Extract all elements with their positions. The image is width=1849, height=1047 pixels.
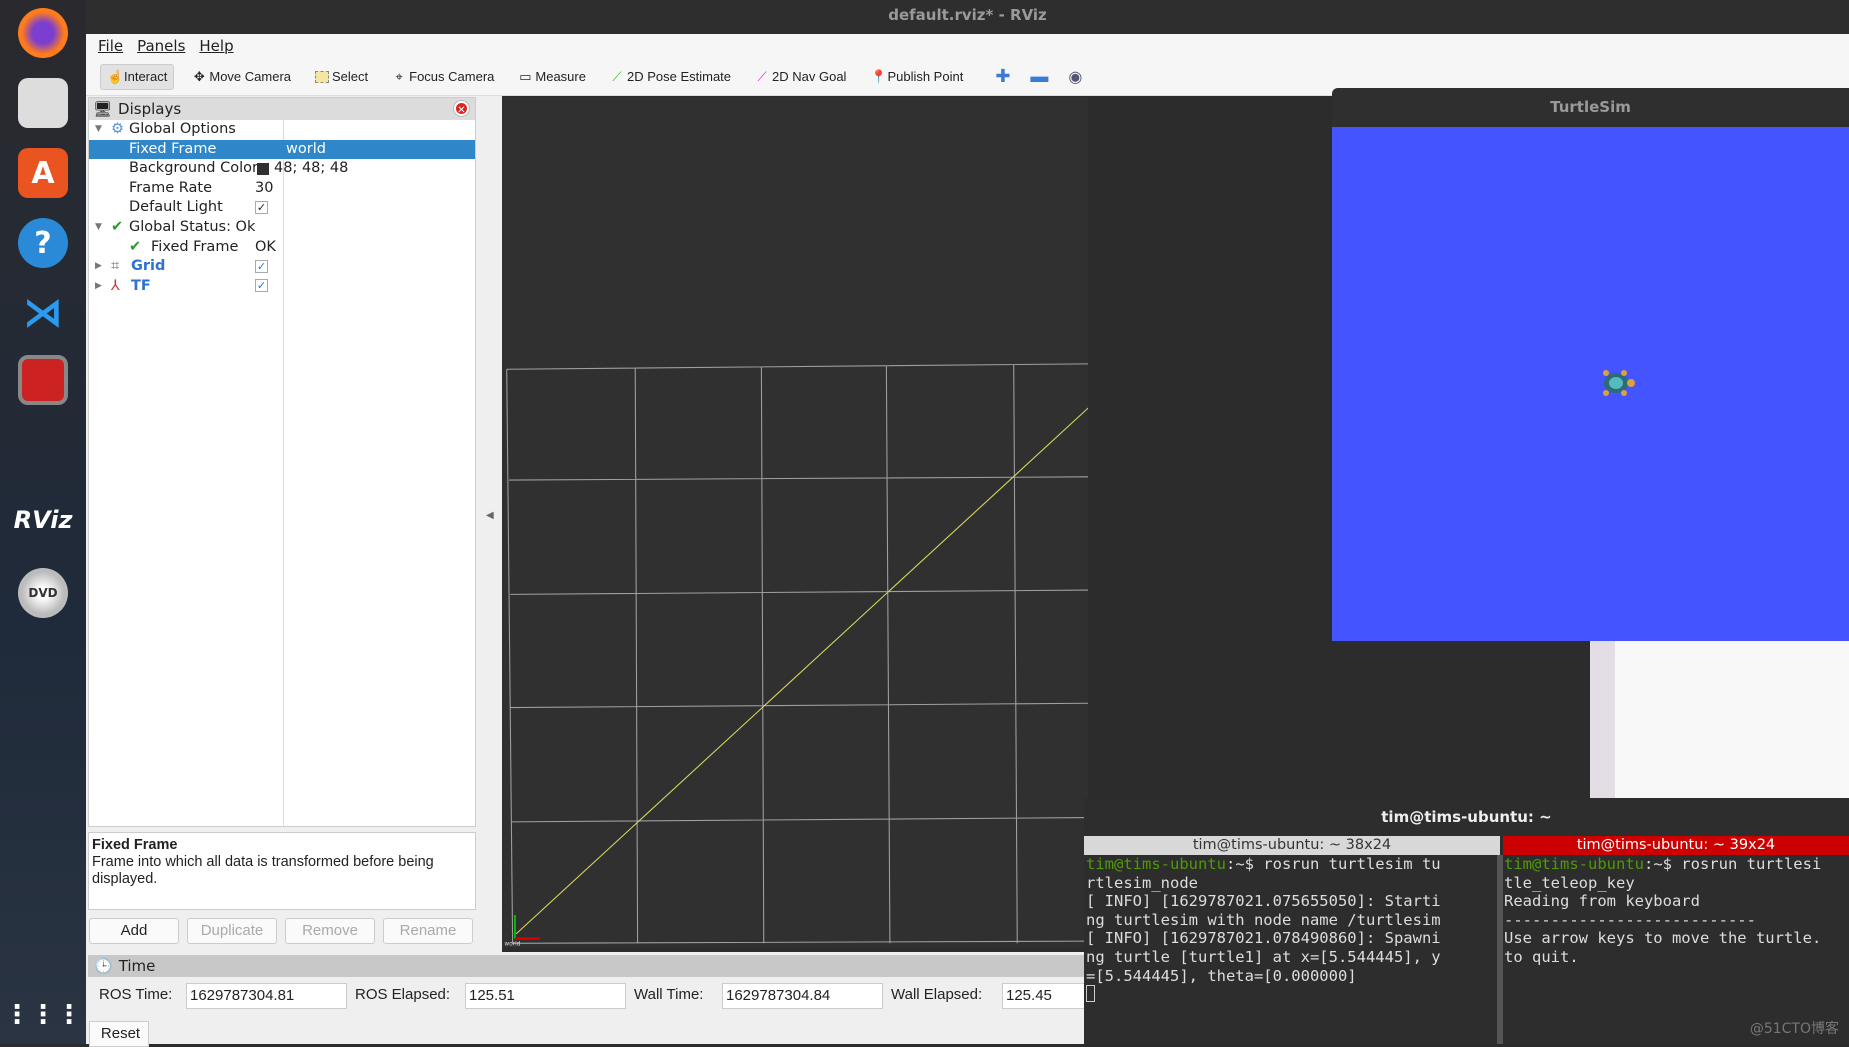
expand-arrow-icon[interactable]: ▼ [95,218,102,238]
reset-button[interactable]: Reset [89,1021,149,1047]
tree-row-background-color[interactable]: Background Color 48; 48; 48 [89,159,475,179]
check-icon: ✔ [111,218,124,235]
ubuntu-dock: A ? ⋊ RViz DVD ⋮⋮⋮ [0,0,86,1044]
pink-arrow-icon: ⟋ [757,68,767,84]
terminal-right-output: tim@tims-ubuntu:~$ rosrun turtlesi tle_t… [1504,855,1822,966]
add-button[interactable]: Add [89,918,179,944]
green-arrow-icon: ⟋ [612,68,622,84]
time-header: 🕒 Time [88,955,1088,977]
terminal-tab-left[interactable]: tim@tims-ubuntu: ~ 38x24 [1084,836,1500,855]
color-swatch[interactable] [257,163,269,176]
clock-icon: 🕒 [94,957,113,975]
ros-time-label: ROS Time: [99,986,173,1003]
background-window [1590,641,1849,798]
axes-icon: ⅄ [111,277,120,294]
tf-link-line [515,300,1206,935]
grid-checkbox[interactable]: ✓ [255,259,268,273]
turtle-icon [1596,368,1636,398]
turtlesim-window[interactable]: TurtleSim [1332,88,1849,641]
move-camera-tool[interactable]: ✥ Move Camera [186,65,297,89]
interact-tool[interactable]: ☝ Interact [100,63,175,90]
measure-tool[interactable]: ▭ Measure [512,65,592,89]
tree-row-grid[interactable]: ▶ ⌗ Grid ✓ [89,257,475,277]
vscode-icon[interactable]: ⋊ [18,288,68,338]
nav-goal-tool[interactable]: ⟋ 2D Nav Goal [749,65,852,89]
tree-row-global-status[interactable]: ▼ ✔ Global Status: Ok [89,218,475,238]
monitor-icon: 🖥 [93,100,113,118]
ros-elapsed-label: ROS Elapsed: [355,986,451,1003]
terminal-title: tim@tims-ubuntu: ~ [1381,808,1552,826]
menu-help[interactable]: Help [199,37,233,55]
collapse-handle-icon[interactable]: ◀ [486,510,494,521]
rename-button[interactable]: Rename [383,918,473,944]
tree-row-frame-rate[interactable]: Frame Rate 30 [89,179,475,199]
move-icon: ✥ [193,68,205,84]
displays-panel: 🖥 Displays ✕ ▼ ⚙ Global Options Fixed Frame… [88,97,476,827]
gear-icon: ⚙ [111,121,124,137]
menu-file[interactable]: File [98,37,123,55]
displays-header: 🖥 Displays [89,98,475,120]
help-icon[interactable]: ? [18,218,68,268]
crosshair-icon: ⌖ [395,68,403,84]
window-title: default.rviz* - RViz [86,0,1849,34]
property-description: Fixed Frame Frame into which all data is … [88,832,476,910]
remove-button[interactable]: Remove [285,918,375,944]
wall-elapsed-field[interactable]: 125.45 [1002,983,1092,1009]
ros-elapsed-field[interactable]: 125.51 [465,983,626,1009]
wall-time-label: Wall Time: [634,986,704,1003]
world-frame-axes [514,914,540,940]
publish-point-tool[interactable]: 📍 Publish Point [864,65,969,89]
focus-camera-tool[interactable]: ⌖ Focus Camera [386,65,500,89]
3d-view[interactable]: turtle1 world [502,97,1234,948]
expand-arrow-icon[interactable]: ▶ [95,257,102,277]
grid-icon: ⌗ [111,258,120,275]
rviz-icon[interactable]: RViz [14,495,73,545]
terminal-tab-right[interactable]: tim@tims-ubuntu: ~ 39x24 [1503,836,1849,855]
3d-scene: turtle1 world [504,278,1234,948]
dvd-icon[interactable]: DVD [18,568,68,618]
expand-arrow-icon[interactable]: ▼ [95,120,102,140]
duplicate-button[interactable]: Duplicate [187,918,277,944]
cursor [1086,985,1095,1003]
pose-estimate-tool[interactable]: ⟋ 2D Pose Estimate [604,65,737,89]
select-box-icon [315,70,329,83]
grid [506,362,1147,944]
check-icon: ✔ [129,238,142,255]
turtlesim-title: TurtleSim [1332,88,1849,127]
menu-panels[interactable]: Panels [137,37,185,55]
tree-row-fixed-frame[interactable]: Fixed Frame world [89,139,475,160]
tree-row-default-light[interactable]: Default Light ✓ [89,198,475,218]
pane-splitter[interactable] [1497,855,1503,1044]
app-grid-icon[interactable]: ⋮⋮⋮ [4,990,82,1040]
ros-time-field[interactable]: 1629787304.81 [186,983,347,1009]
menubar: File Panels Help [86,34,1849,58]
terminator-icon[interactable] [18,355,68,405]
watermark: @51CTO博客 [1749,1021,1839,1037]
expand-arrow-icon[interactable]: ▶ [95,277,102,297]
tf-checkbox[interactable]: ✓ [255,279,268,293]
tree-row-fixed-frame-status[interactable]: ✔ Fixed Frame OK [89,238,475,258]
terminal-left-output: tim@tims-ubuntu:~$ rosrun turtlesim tu r… [1086,855,1496,1007]
terminal-window[interactable]: tim@tims-ubuntu: ~ tim@tims-ubuntu: ~ 38… [1084,798,1849,1044]
ruler-icon: ▭ [519,68,532,84]
world-label: world [504,942,520,948]
pin-icon: 📍 [870,68,887,84]
tree-row-tf[interactable]: ▶ ⅄ TF ✓ [89,277,475,297]
firefox-icon[interactable] [18,8,68,58]
wall-time-field[interactable]: 1629787304.84 [722,983,883,1009]
add-tool-icon[interactable]: ✚ [995,66,1010,87]
hand-icon: ☝ [107,68,124,84]
eye-icon[interactable]: ◉ [1068,67,1082,87]
close-panel-icon[interactable]: ✕ [454,101,469,116]
wall-elapsed-label: Wall Elapsed: [891,986,983,1003]
software-center-icon[interactable]: A [18,148,68,198]
remove-tool-icon[interactable]: ▬ [1030,66,1048,87]
files-icon[interactable] [18,78,68,128]
default-light-checkbox[interactable]: ✓ [255,200,268,214]
tree-row-global-options[interactable]: ▼ ⚙ Global Options [89,120,475,140]
select-tool[interactable]: Select [309,65,374,88]
